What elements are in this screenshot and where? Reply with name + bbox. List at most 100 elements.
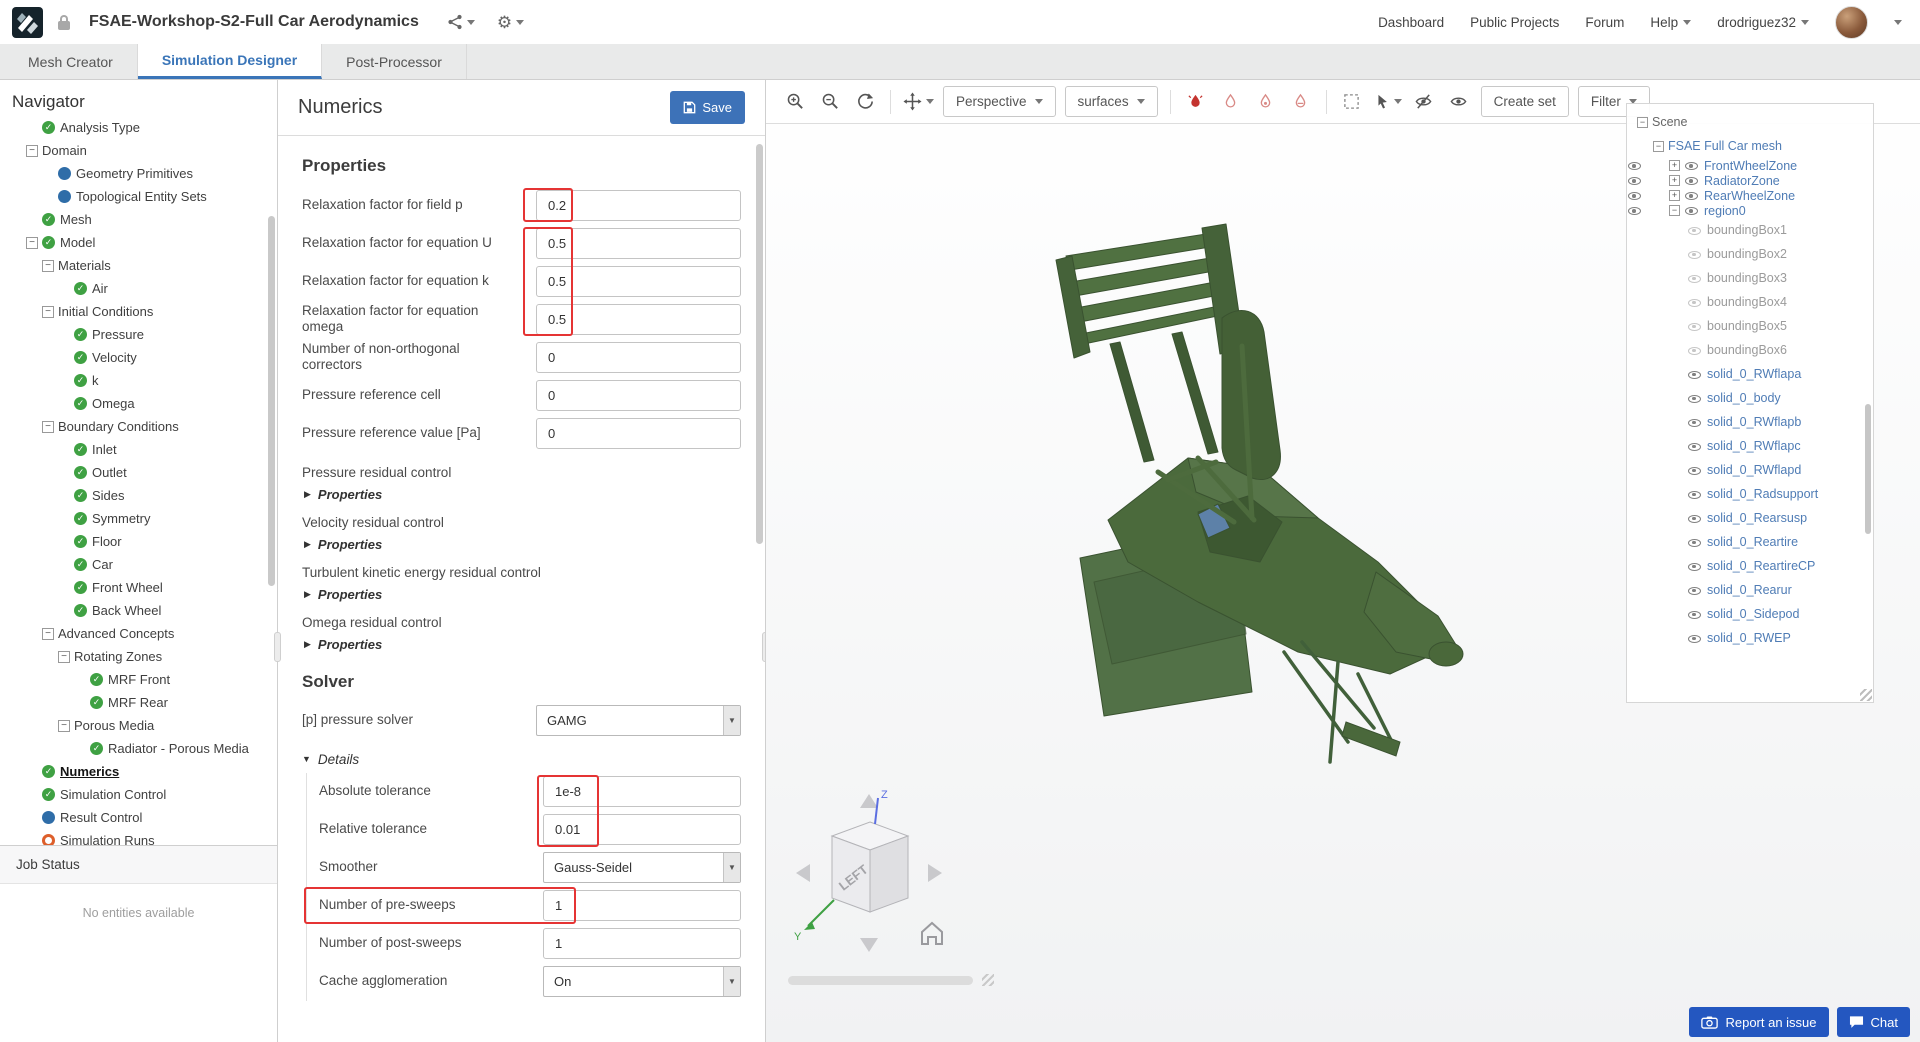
tree-expander-icon[interactable] — [1669, 175, 1680, 186]
scene-tree-item[interactable]: boundingBox5 — [1627, 314, 1873, 338]
cube-body[interactable]: LEFT — [830, 821, 910, 913]
relax-p-input[interactable] — [536, 189, 741, 221]
scene-tree-item[interactable]: solid_0_Radsupport — [1627, 482, 1873, 506]
navigator-tree-item[interactable]: Analysis Type — [0, 116, 277, 139]
navigator-tree-item[interactable]: Air — [0, 277, 277, 300]
scene-tree-item[interactable]: Scene — [1627, 110, 1873, 134]
scene-tree-item[interactable]: boundingBox1 — [1627, 218, 1873, 242]
scene-tree-item[interactable]: solid_0_body — [1627, 386, 1873, 410]
pointer-tool-button[interactable] — [1374, 93, 1402, 110]
navigator-tree-item[interactable]: Numerics — [0, 760, 277, 783]
scene-tree-item[interactable]: solid_0_RWflapd — [1627, 458, 1873, 482]
navigator-tree-item[interactable]: Outlet — [0, 461, 277, 484]
navigator-tree-item[interactable]: Materials — [0, 254, 277, 277]
paint-tool-3-button[interactable] — [1253, 89, 1279, 115]
pressure-solver-select[interactable]: GAMG ▼ — [536, 705, 741, 736]
visibility-eye-icon[interactable] — [1687, 367, 1702, 382]
visibility-eye-icon[interactable] — [1684, 173, 1699, 188]
paint-tool-1-button[interactable] — [1183, 89, 1209, 115]
pressure-reference-value-input[interactable] — [536, 417, 741, 449]
scene-tree-item[interactable]: solid_0_RWflapb — [1627, 410, 1873, 434]
visibility-eye-icon[interactable] — [1687, 319, 1702, 334]
navigator-tree-item[interactable]: Result Control — [0, 806, 277, 829]
residual-properties-toggle-tke[interactable]: ▶ Properties — [304, 587, 741, 602]
navigator-tree-item[interactable]: MRF Rear — [0, 691, 277, 714]
residual-properties-toggle-velocity[interactable]: ▶ Properties — [304, 537, 741, 552]
navigator-tree-item[interactable]: Floor — [0, 530, 277, 553]
visibility-eye-icon[interactable] — [1687, 223, 1702, 238]
tree-expander-icon[interactable] — [42, 259, 54, 272]
navigator-tree-item[interactable]: Geometry Primitives — [0, 162, 277, 185]
navigator-tree-item[interactable]: Boundary Conditions — [0, 415, 277, 438]
paint-tool-4-button[interactable] — [1288, 89, 1314, 115]
navigator-tree-item[interactable]: Domain — [0, 139, 277, 162]
navigator-tree-item[interactable]: Advanced Concepts — [0, 622, 277, 645]
settings-button[interactable]: ⚙ — [497, 14, 525, 31]
panel-resize-grip[interactable] — [274, 632, 281, 662]
show-all-button[interactable] — [1446, 89, 1472, 115]
visibility-eye-icon[interactable] — [1687, 511, 1702, 526]
numerics-scrollbar[interactable] — [756, 144, 763, 544]
visibility-eye-icon[interactable] — [1684, 158, 1699, 173]
user-menu[interactable]: drodriguez32 — [1717, 15, 1809, 30]
tree-expander-icon[interactable] — [58, 650, 70, 663]
visibility-eye-icon[interactable] — [1687, 343, 1702, 358]
tree-expander-icon[interactable] — [58, 719, 70, 732]
smoother-select[interactable]: Gauss-Seidel ▼ — [543, 852, 741, 883]
visibility-eye-icon[interactable] — [1687, 583, 1702, 598]
render-mode-dropdown[interactable]: surfaces — [1064, 86, 1158, 117]
user-avatar[interactable] — [1835, 5, 1868, 39]
home-view-icon[interactable] — [921, 921, 943, 945]
tree-expander-icon[interactable] — [1669, 205, 1680, 216]
job-status-header[interactable]: Job Status — [0, 846, 277, 884]
scene-tree-item[interactable]: solid_0_Sidepod — [1627, 602, 1873, 626]
scene-tree-item[interactable]: RearWheelZone — [1627, 188, 1795, 203]
visibility-eye-icon[interactable] — [1687, 295, 1702, 310]
navigator-scrollbar[interactable] — [268, 216, 275, 586]
nav-public-projects[interactable]: Public Projects — [1470, 15, 1559, 30]
scene-tree-scrollbar[interactable] — [1865, 404, 1871, 534]
post-sweeps-input[interactable] — [543, 928, 741, 959]
non-ortho-correctors-input[interactable] — [536, 341, 741, 373]
chat-button[interactable]: Chat — [1836, 1007, 1910, 1037]
scene-tree-item[interactable]: FSAE Full Car mesh — [1627, 134, 1873, 158]
zoom-out-button[interactable] — [817, 89, 843, 115]
scene-tree-item[interactable]: solid_0_Reartire — [1627, 530, 1873, 554]
report-issue-button[interactable]: Report an issue — [1689, 1007, 1829, 1037]
scene-tree-item[interactable]: boundingBox4 — [1627, 290, 1873, 314]
tree-expander-icon[interactable] — [1637, 116, 1648, 128]
navigator-tree-item[interactable]: Topological Entity Sets — [0, 185, 277, 208]
navigator-tree-item[interactable]: Omega — [0, 392, 277, 415]
tree-expander-icon[interactable] — [1669, 160, 1680, 171]
reset-view-button[interactable] — [852, 89, 878, 115]
scene-tree-item[interactable]: region0 — [1627, 203, 1746, 218]
navigator-tree-item[interactable]: Car — [0, 553, 277, 576]
visibility-eye-icon[interactable] — [1687, 607, 1702, 622]
scene-tree-item[interactable]: boundingBox3 — [1627, 266, 1873, 290]
navigator-tree-item[interactable]: k — [0, 369, 277, 392]
navigator-tree-item[interactable]: Pressure — [0, 323, 277, 346]
tree-expander-icon[interactable] — [42, 305, 54, 318]
scene-tree-item[interactable]: boundingBox6 — [1627, 338, 1873, 362]
absolute-tolerance-input[interactable] — [543, 776, 741, 807]
navigator-tree-item[interactable]: Mesh — [0, 208, 277, 231]
car-3d-model[interactable] — [1046, 220, 1476, 820]
residual-properties-toggle-pressure[interactable]: ▶ Properties — [304, 487, 741, 502]
relax-k-input[interactable] — [536, 265, 741, 297]
visibility-eye-icon[interactable] — [1687, 463, 1702, 478]
view-orientation-cube[interactable]: LEFT Z Y — [778, 780, 958, 980]
navigator-tree-item[interactable]: Radiator - Porous Media — [0, 737, 277, 760]
tree-expander-icon[interactable] — [1653, 140, 1664, 152]
nav-dashboard[interactable]: Dashboard — [1378, 15, 1444, 30]
visibility-eye-icon[interactable] — [1687, 631, 1702, 646]
rotate-down-arrow[interactable] — [860, 938, 878, 952]
projection-dropdown[interactable]: Perspective — [943, 86, 1056, 117]
navigator-tree-item[interactable]: MRF Front — [0, 668, 277, 691]
tree-expander-icon[interactable] — [42, 420, 54, 433]
scene-tree-item[interactable]: solid_0_ReartireCP — [1627, 554, 1873, 578]
create-set-button[interactable]: Create set — [1480, 86, 1569, 117]
scene-tree-item[interactable]: RadiatorZone — [1627, 173, 1780, 188]
navigator-tree-item[interactable]: Simulation Runs — [0, 829, 277, 845]
pre-sweeps-input[interactable] — [543, 890, 741, 921]
visibility-eye-icon[interactable] — [1687, 559, 1702, 574]
